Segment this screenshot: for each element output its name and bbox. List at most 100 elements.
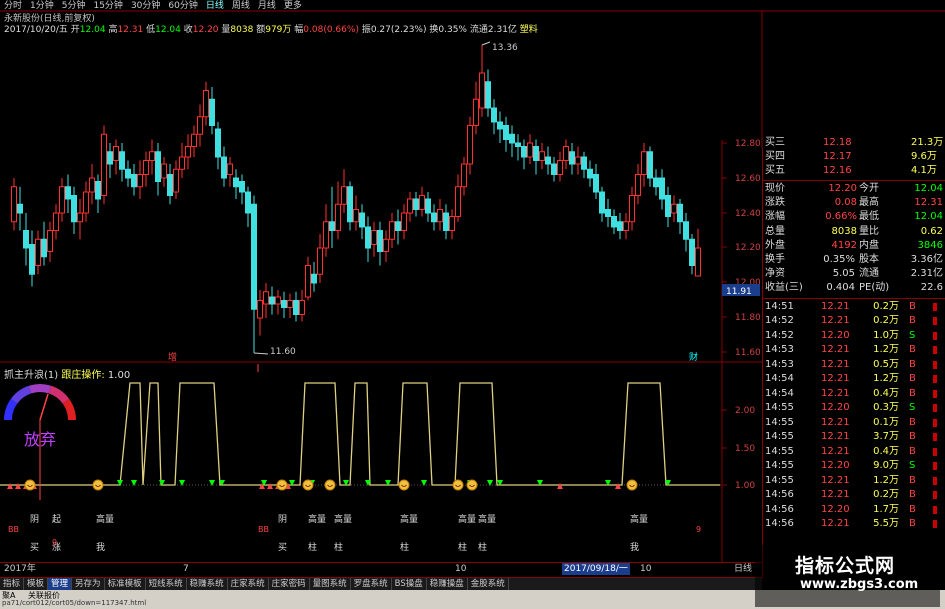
candle-body [521,146,527,158]
tick-bar [933,447,937,456]
indicator-sub: 跟庄操作: [61,370,105,381]
signal-label: 起 [52,514,61,525]
formula-tab-13[interactable]: 金股系统 [468,578,509,590]
up-arrow-icon [7,483,13,489]
formula-tab-11[interactable]: BS操盘 [392,578,427,590]
down-arrow-icon [179,480,185,486]
tick-bar [933,331,937,340]
tick-bar [933,360,937,369]
candle-body [443,212,449,231]
candle-body [647,151,653,179]
candle-body [167,174,173,196]
candle-body [281,300,287,308]
formula-tab-5[interactable]: 短线系统 [146,578,187,590]
formula-tab-3[interactable]: 另存为 [72,578,105,590]
info-float-label: 流通 [469,25,488,35]
tick-price: 12.20 [821,460,850,472]
tick-bar [933,404,937,413]
candle-body [545,156,551,165]
candle-body [563,146,569,161]
stat-row: 净资 5.05 流通 2.31亿 [763,267,945,281]
tick-bar [933,476,937,485]
quote-row: 买四 12.17 9.6万 [763,150,945,164]
tick-volume: 3.7万 [873,431,899,443]
candle-body [227,163,233,175]
cursor-date: 2017/09/18/一 [562,563,630,575]
tick-row: 14:56 12.21 0.2万 B [763,488,945,503]
formula-tab-9[interactable]: 量图系统 [310,578,351,590]
signal-sublabel: 我 [96,542,105,553]
candle-body [329,221,335,231]
stat-value-2: 2.31亿 [910,268,943,280]
candle-body [575,156,581,165]
smiley-icon [324,479,336,491]
formula-tab-0[interactable]: 指标 [0,578,25,590]
bar-info-line: 2017/10/20/五 开12.04 高12.31 低12.04 收12.20… [4,22,538,35]
candle-body [203,90,209,118]
candle-body [89,177,95,193]
formula-tab-7[interactable]: 庄家系统 [228,578,269,590]
candle-body [179,156,185,170]
signal-sublabel: 买 [30,542,39,553]
formula-tab-10[interactable]: 罗盘系统 [351,578,392,590]
stat-value-2: 3.36亿 [910,254,943,265]
tick-volume: 0.2万 [873,315,899,327]
tick-bar [933,491,937,500]
tick-time: 14:56 [765,489,794,501]
signal-label: 阴 [30,514,39,525]
candle-body [233,177,239,188]
count-marker: 9 [52,538,57,547]
candle-body [551,163,557,175]
candle-body [395,221,401,231]
stat-row: 总量 8038 量比 0.62 [763,225,945,239]
max-pointer [481,41,491,46]
tick-price: 12.21 [821,431,850,443]
candle-body [143,160,149,175]
formula-tab-6[interactable]: 稳赚系统 [187,578,228,590]
candle-body [665,195,671,217]
candle-body [209,98,215,126]
signal-sublabel: 柱 [478,541,487,553]
candle-body [437,209,443,223]
tick-row: 14:55 12.21 3.7万 B [763,430,945,445]
candle-body [83,191,89,214]
signal-label: 高量 [478,513,496,525]
formula-tab-8[interactable]: 庄家密码 [269,578,310,590]
marker-cai: 财 [689,351,698,363]
smiley-icon [276,479,288,491]
candle-body [527,142,533,158]
ind-axis-label: 1.00 [735,481,755,491]
formula-tab-4[interactable]: 标准模板 [105,578,146,590]
date-axis-year: 2017年 [4,564,36,574]
candle-body [77,212,83,223]
up-arrow-icon [557,483,563,489]
stat-value: 12.20 [828,183,857,194]
quote-volume: 9.6万 [911,151,937,162]
candle-body [53,212,59,231]
gauge-needle [39,393,49,421]
candle-body [539,151,545,161]
candle-body [353,209,359,223]
date-axis-oct: 10 [455,564,467,574]
ind-axis-label: 2.00 [735,406,755,416]
formula-tab-12[interactable]: 稳赚操盘 [427,578,468,590]
quote-volume: 4.1万 [911,165,937,176]
candle-body [113,146,119,161]
tick-price: 12.21 [821,474,850,486]
indicator-name[interactable]: 抓主升浪(1) [4,370,58,381]
signal-label: 高量 [458,513,476,525]
candle-body [401,212,407,231]
up-arrow-icon [267,483,273,489]
tick-row: 14:55 12.20 0.3万 S [763,401,945,416]
info-high: 12.31 [117,25,144,35]
tick-price: 12.21 [821,489,850,501]
stat-value: 0.66% [825,211,857,223]
formula-tab-2[interactable]: 管理 [48,578,73,590]
formula-tab-1[interactable]: 模板 [24,578,49,590]
stat-label: 换手 [765,254,785,265]
tick-row: 14:55 12.21 0.1万 B [763,416,945,431]
candle-body [485,81,491,109]
gauge-segment [10,385,32,404]
ind-axis-label: 1.50 [735,444,755,454]
quote-volume: 21.3万 [911,137,944,148]
